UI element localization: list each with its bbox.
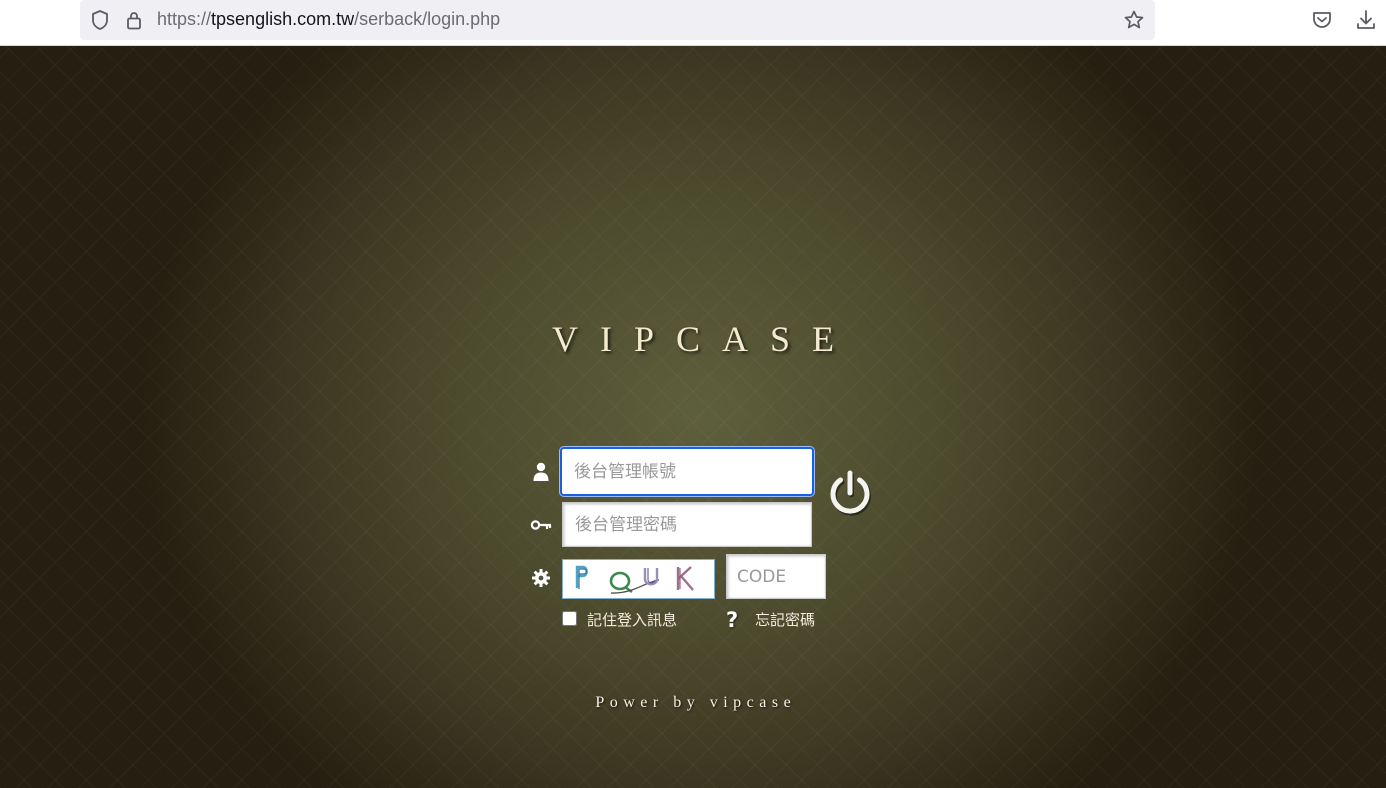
tracking-protection-shield-icon[interactable] xyxy=(90,9,110,35)
captcha-code-input[interactable] xyxy=(726,554,826,599)
forgot-password-link[interactable]: 忘記密碼 xyxy=(755,609,815,630)
browser-toolbar: https://tpsenglish.com.tw/serback/login.… xyxy=(0,0,1386,46)
question-mark-icon[interactable]: ? xyxy=(726,608,738,632)
lock-icon[interactable] xyxy=(124,9,144,35)
captcha-image[interactable] xyxy=(562,559,715,599)
remember-me-label[interactable]: 記住登入訊息 xyxy=(587,609,677,630)
url-prefix: https:// xyxy=(157,9,212,29)
brand-title: VIPCASE xyxy=(551,319,857,359)
login-submit-button[interactable] xyxy=(826,467,874,519)
user-icon xyxy=(532,461,550,487)
captcha-graphic xyxy=(575,565,694,594)
password-input[interactable] xyxy=(562,502,812,547)
remember-me-checkbox[interactable] xyxy=(562,611,577,626)
gear-icon xyxy=(531,568,551,592)
address-bar[interactable]: https://tpsenglish.com.tw/serback/login.… xyxy=(80,0,1155,40)
username-input[interactable] xyxy=(560,447,814,496)
footer-credit: Power by vipcase xyxy=(595,694,797,711)
power-icon xyxy=(830,470,871,516)
download-icon[interactable] xyxy=(1355,8,1377,36)
url-host: tpsenglish.com.tw xyxy=(211,9,355,29)
bookmark-star-icon[interactable] xyxy=(1123,9,1145,35)
url-path: /serback/login.php xyxy=(354,9,501,29)
key-icon xyxy=(530,517,552,536)
url-text[interactable]: https://tpsenglish.com.tw/serback/login.… xyxy=(157,9,500,30)
pocket-icon[interactable] xyxy=(1311,9,1333,35)
login-page: VIPCASE 後台管理帳號 CODE 記住登入訊息 ? 忘記密碼 Power … xyxy=(0,46,1386,788)
